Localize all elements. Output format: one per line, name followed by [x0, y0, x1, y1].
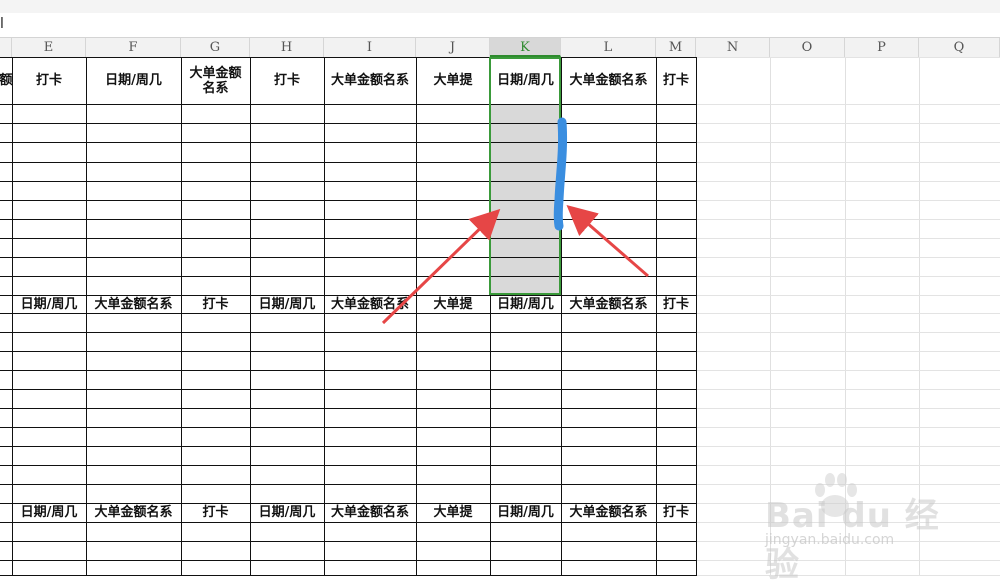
gridline-horizontal-light	[696, 370, 1000, 371]
gridline-horizontal-light	[696, 257, 1000, 258]
table-border-horizontal	[0, 484, 697, 485]
table-border-horizontal	[0, 142, 697, 143]
table-header-cell[interactable]: 日期/周几	[12, 295, 86, 313]
table-header-cell[interactable]: 大单金额名系	[181, 57, 250, 104]
table-header-cell[interactable]	[0, 503, 12, 522]
table-border-vertical	[416, 57, 417, 575]
table-header-cell[interactable]: 打卡	[656, 503, 696, 522]
gridline-horizontal-light	[696, 162, 1000, 163]
gridline-horizontal-light	[696, 276, 1000, 277]
gridline-horizontal-light	[696, 238, 1000, 239]
table-header-cell[interactable]: 大单金额名系	[86, 503, 181, 522]
table-border-horizontal	[0, 427, 697, 428]
table-border-vertical	[696, 57, 697, 575]
table-header-cell[interactable]: 大单金额名系	[561, 57, 656, 104]
table-header-cell[interactable]: 大单金额名系	[324, 57, 416, 104]
table-header-cell[interactable]: 日期/周几	[250, 295, 324, 313]
table-header-cell[interactable]: 日期/周几	[12, 503, 86, 522]
table-border-horizontal	[0, 351, 697, 352]
table-border-horizontal	[0, 200, 697, 201]
table-border-horizontal	[0, 575, 697, 576]
table-border-horizontal	[0, 181, 697, 182]
table-border-horizontal	[0, 465, 697, 466]
gridline-horizontal-light	[696, 295, 1000, 296]
table-border-horizontal	[0, 104, 697, 105]
table-header-cell[interactable]: 打卡	[250, 57, 324, 104]
table-header-cell[interactable]: 大单金额名系	[324, 295, 416, 313]
table-header-cell[interactable]: 日期/周几	[250, 503, 324, 522]
table-header-cell[interactable]: 额	[0, 57, 12, 104]
table-header-cell[interactable]: 打卡	[656, 295, 696, 313]
watermark-site: jingyan.baidu.com	[765, 532, 895, 548]
table-border-horizontal	[0, 123, 697, 124]
table-header-cell[interactable]	[0, 295, 12, 313]
gridline-horizontal-light	[696, 313, 1000, 314]
table-header-cell[interactable]: 打卡	[181, 295, 250, 313]
baidu-watermark: Bai du 经验 jingyan.baidu.com	[765, 470, 965, 585]
table-header-cell[interactable]: 日期/周几	[86, 57, 181, 104]
table-header-cell[interactable]: 大单金额名系	[561, 503, 656, 522]
table-header-cell[interactable]: 打卡	[12, 57, 86, 104]
gridline-horizontal-light	[696, 427, 1000, 428]
table-border-vertical	[181, 57, 182, 575]
table-header-cell[interactable]: 打卡	[656, 57, 696, 104]
gridline-horizontal-light	[696, 104, 1000, 105]
table-border-vertical	[250, 57, 251, 575]
table-border-horizontal	[0, 370, 697, 371]
table-border-horizontal	[0, 541, 697, 542]
table-border-vertical	[12, 57, 13, 575]
table-header-cell[interactable]: 大单提	[416, 57, 490, 104]
table-header-cell[interactable]: 大单金额名系	[86, 295, 181, 313]
table-header-cell[interactable]: 大单金额名系	[324, 503, 416, 522]
table-border-horizontal	[0, 408, 697, 409]
gridline-horizontal-light	[696, 57, 1000, 58]
table-border-horizontal	[0, 276, 697, 277]
gridline-horizontal-light	[696, 219, 1000, 220]
table-border-vertical	[324, 57, 325, 575]
table-border-horizontal	[0, 332, 697, 333]
table-border-vertical	[86, 57, 87, 575]
table-header-cell[interactable]: 大单金额名系	[561, 295, 656, 313]
selected-column-k-outline	[489, 57, 561, 295]
gridline-horizontal-light	[696, 408, 1000, 409]
table-border-horizontal	[0, 446, 697, 447]
gridline-horizontal-light	[696, 389, 1000, 390]
gridline-horizontal-light	[696, 446, 1000, 447]
table-header-cell[interactable]: 打卡	[181, 503, 250, 522]
table-border-horizontal	[0, 522, 697, 523]
table-border-horizontal	[0, 238, 697, 239]
gridline-horizontal-light	[696, 332, 1000, 333]
table-border-horizontal	[0, 219, 697, 220]
table-border-vertical	[561, 57, 562, 575]
table-border-horizontal	[0, 313, 697, 314]
table-border-vertical	[656, 57, 657, 575]
gridline-horizontal-light	[696, 181, 1000, 182]
table-header-cell[interactable]: 日期/周几	[490, 295, 561, 313]
gridline-horizontal-light	[696, 123, 1000, 124]
table-header-cell[interactable]: 大单提	[416, 503, 490, 522]
gridline-horizontal-light	[696, 200, 1000, 201]
gridline-horizontal-light	[696, 351, 1000, 352]
table-header-cell[interactable]: 日期/周几	[490, 503, 561, 522]
table-border-horizontal	[0, 560, 697, 561]
table-border-horizontal	[0, 257, 697, 258]
table-border-horizontal	[0, 389, 697, 390]
table-header-cell[interactable]: 大单提	[416, 295, 490, 313]
table-border-horizontal	[0, 162, 697, 163]
gridline-horizontal-light	[696, 142, 1000, 143]
